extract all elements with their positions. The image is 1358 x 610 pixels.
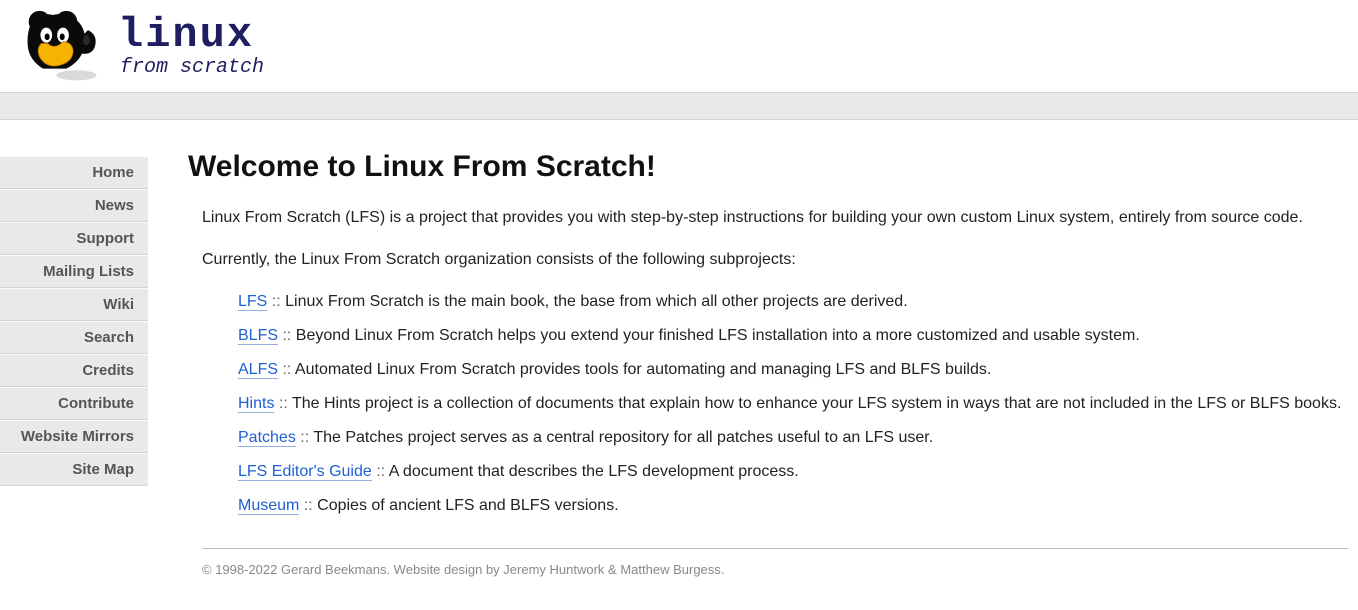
project-link-lfs[interactable]: LFS (238, 293, 267, 311)
project-link-editors-guide[interactable]: LFS Editor's Guide (238, 463, 372, 481)
sidebar-nav: Home News Support Mailing Lists Wiki Sea… (0, 156, 148, 486)
list-item: LFS Editor's Guide :: A document that de… (238, 460, 1348, 484)
project-desc: The Hints project is a collection of doc… (292, 395, 1341, 412)
footer-text: © 1998-2022 Gerard Beekmans. Website des… (202, 562, 1348, 577)
list-item: Patches :: The Patches project serves as… (238, 426, 1348, 450)
project-link-alfs[interactable]: ALFS (238, 361, 278, 379)
intro-paragraph-1: Linux From Scratch (LFS) is a project th… (202, 206, 1348, 230)
separator: :: (278, 361, 295, 378)
project-desc: Linux From Scratch is the main book, the… (285, 293, 908, 310)
list-item: ALFS :: Automated Linux From Scratch pro… (238, 358, 1348, 382)
tux-logo-icon (16, 10, 100, 82)
list-item: Hints :: The Hints project is a collecti… (238, 392, 1348, 416)
list-item: BLFS :: Beyond Linux From Scratch helps … (238, 324, 1348, 348)
nav-item-search[interactable]: Search (0, 321, 148, 354)
intro-paragraph-2: Currently, the Linux From Scratch organi… (202, 248, 1348, 272)
separator: :: (372, 463, 389, 480)
footer-copyright: © 1998-2022 Gerard Beekmans. Website des… (202, 562, 503, 577)
separator: :: (274, 395, 292, 412)
footer-link-designer2[interactable]: Matthew Burgess (620, 562, 720, 577)
page-title: Welcome to Linux From Scratch! (188, 150, 1348, 184)
main-content: Welcome to Linux From Scratch! Linux Fro… (148, 120, 1358, 610)
site-logo-text: linux from scratch (118, 14, 264, 78)
separator: :: (278, 327, 296, 344)
project-link-museum[interactable]: Museum (238, 497, 299, 515)
site-header: linux from scratch (0, 0, 1358, 92)
nav-item-site-map[interactable]: Site Map (0, 453, 148, 486)
footer-link-designer1[interactable]: Jeremy Huntwork (503, 562, 604, 577)
project-desc: Automated Linux From Scratch provides to… (295, 361, 991, 378)
nav-item-home[interactable]: Home (0, 156, 148, 189)
footer-amp: & (604, 562, 620, 577)
project-desc: The Patches project serves as a central … (313, 429, 933, 446)
subproject-list: LFS :: Linux From Scratch is the main bo… (238, 290, 1348, 518)
footer-divider (202, 548, 1348, 549)
nav-item-support[interactable]: Support (0, 222, 148, 255)
top-bar-strip (0, 92, 1358, 120)
nav-item-contribute[interactable]: Contribute (0, 387, 148, 420)
nav-item-credits[interactable]: Credits (0, 354, 148, 387)
logo-title: linux (118, 14, 264, 56)
list-item: Museum :: Copies of ancient LFS and BLFS… (238, 494, 1348, 518)
project-desc: A document that describes the LFS develo… (389, 463, 799, 480)
project-link-hints[interactable]: Hints (238, 395, 274, 413)
nav-item-website-mirrors[interactable]: Website Mirrors (0, 420, 148, 453)
list-item: LFS :: Linux From Scratch is the main bo… (238, 290, 1348, 314)
project-desc: Beyond Linux From Scratch helps you exte… (296, 327, 1140, 344)
project-link-patches[interactable]: Patches (238, 429, 296, 447)
project-link-blfs[interactable]: BLFS (238, 327, 278, 345)
project-desc: Copies of ancient LFS and BLFS versions. (317, 497, 619, 514)
separator: :: (267, 293, 285, 310)
separator: :: (299, 497, 317, 514)
nav-item-mailing-lists[interactable]: Mailing Lists (0, 255, 148, 288)
separator: :: (296, 429, 314, 446)
logo-subtitle: from scratch (120, 58, 264, 78)
nav-item-news[interactable]: News (0, 189, 148, 222)
nav-item-wiki[interactable]: Wiki (0, 288, 148, 321)
footer-suffix: . (721, 562, 725, 577)
